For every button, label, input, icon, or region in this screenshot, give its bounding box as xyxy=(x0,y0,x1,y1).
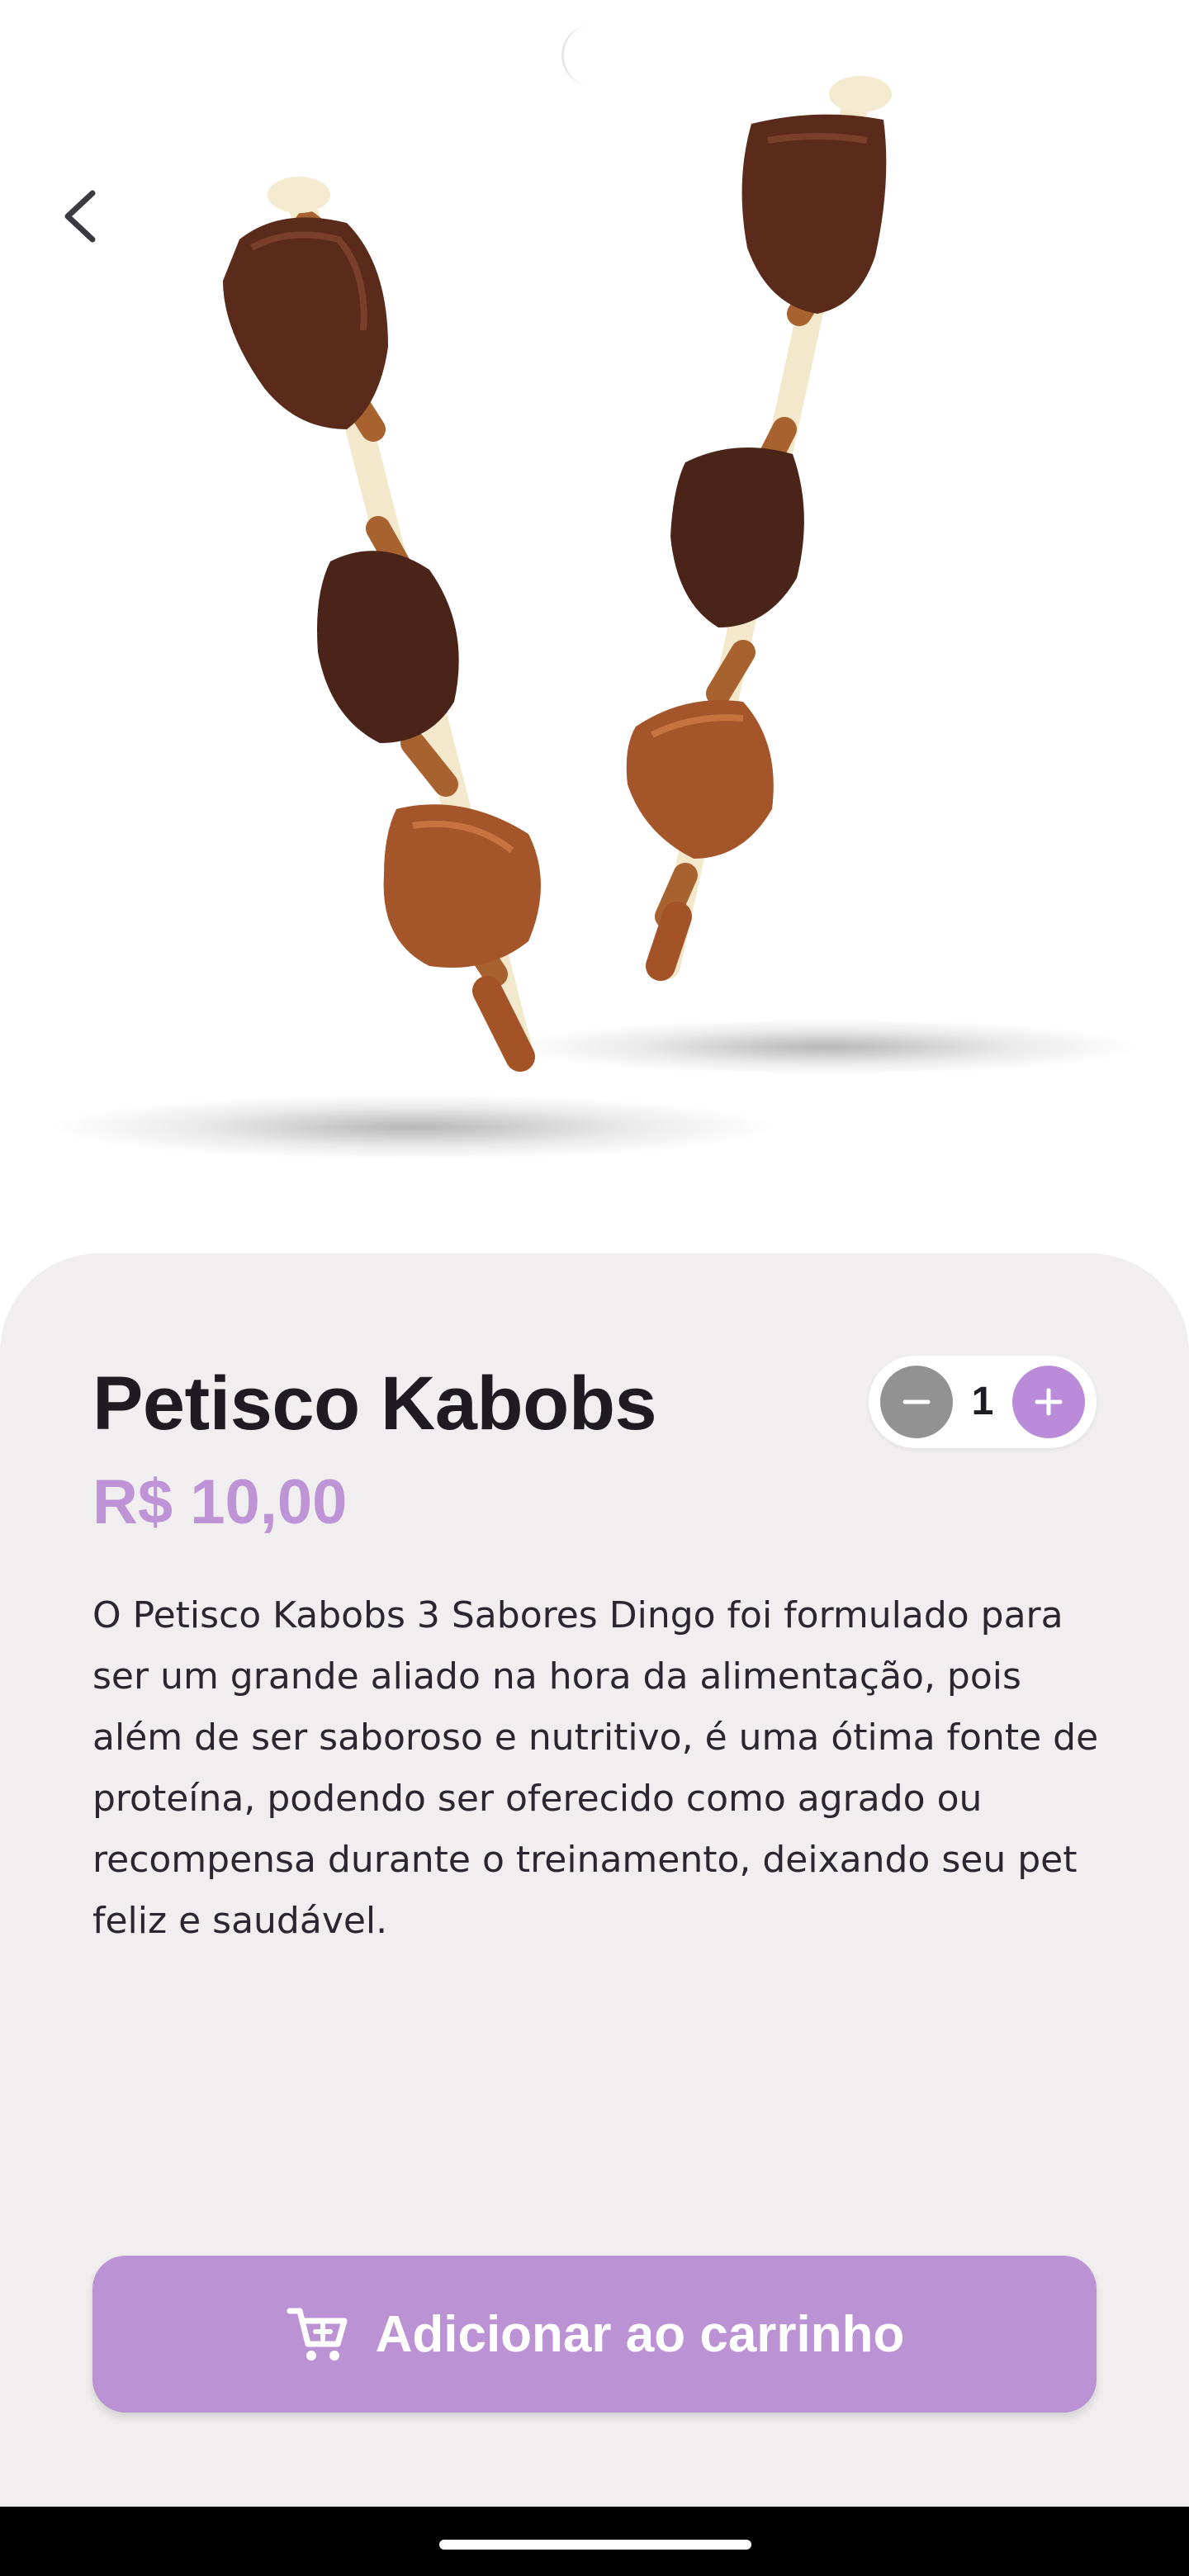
home-indicator[interactable] xyxy=(439,2540,751,2550)
quantity-stepper: 1 xyxy=(869,1356,1097,1448)
product-price: R$ 10,00 xyxy=(92,1467,348,1537)
add-to-cart-button[interactable]: Adicionar ao carrinho xyxy=(92,2256,1097,2413)
right-kabob xyxy=(626,76,892,981)
product-hero xyxy=(0,0,1189,1263)
back-button[interactable] xyxy=(50,175,116,258)
quantity-value: 1 xyxy=(971,1380,994,1423)
system-navigation-bar xyxy=(0,2507,1189,2576)
increase-quantity-button[interactable] xyxy=(1012,1366,1085,1438)
chevron-left-icon xyxy=(64,190,96,243)
shopping-cart-icon xyxy=(285,2301,351,2367)
plus-icon xyxy=(1035,1388,1063,1416)
product-description: O Petisco Kabobs 3 Sabores Dingo foi for… xyxy=(92,1594,1099,1942)
product-image xyxy=(50,76,1139,1160)
add-to-cart-label: Adicionar ao carrinho xyxy=(375,2305,905,2363)
minus-icon xyxy=(902,1399,931,1404)
decrease-quantity-button[interactable] xyxy=(880,1366,953,1438)
left-kabob xyxy=(223,177,541,1072)
product-title: Petisco Kabobs xyxy=(92,1361,657,1446)
